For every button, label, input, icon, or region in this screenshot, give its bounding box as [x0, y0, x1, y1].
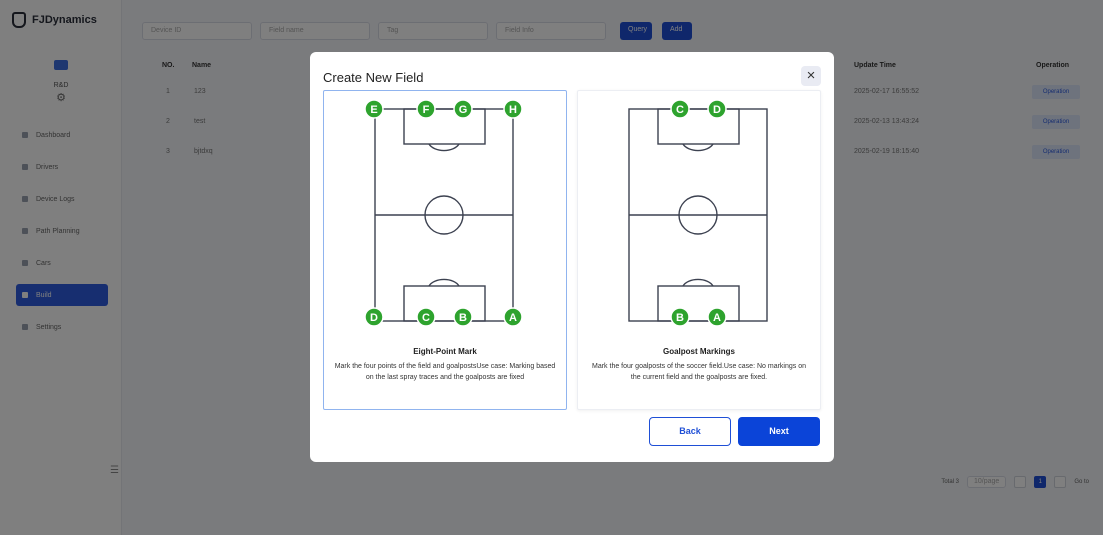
svg-text:E: E — [370, 104, 377, 116]
dialog-title: Create New Field — [323, 70, 424, 85]
marker-point-c: C — [670, 99, 690, 119]
marker-point-h: H — [503, 99, 523, 119]
back-button[interactable]: Back — [649, 417, 731, 446]
card-title: Goalpost Markings — [662, 347, 735, 356]
svg-text:C: C — [676, 104, 684, 116]
create-field-dialog: Create New Field × E F G H D C B A Eight-Point … — [310, 52, 834, 462]
marker-point-a: A — [707, 307, 727, 327]
field-diagram-goalpost: C D B A — [628, 99, 768, 327]
svg-text:B: B — [459, 312, 467, 324]
svg-text:D: D — [713, 104, 721, 116]
card-description: Mark the four points of the field and go… — [334, 363, 556, 381]
field-diagram-eight-point: E F G H D C B A — [364, 99, 523, 327]
marker-point-a: A — [503, 307, 523, 327]
marker-point-g: G — [453, 99, 473, 119]
svg-text:G: G — [459, 104, 468, 116]
card-description: Mark the four goalposts of the soccer fi… — [592, 363, 806, 381]
svg-text:F: F — [423, 104, 430, 116]
close-icon[interactable]: × — [801, 66, 821, 86]
svg-text:B: B — [676, 312, 684, 324]
eight-point-mark-card[interactable]: E F G H D C B A Eight-Point Mark Mark the four … — [323, 90, 567, 410]
marker-point-b: B — [670, 307, 690, 327]
marker-point-c: C — [416, 307, 436, 327]
marker-point-d: D — [364, 307, 384, 327]
goalpost-markings-card[interactable]: C D B A Goalpost Markings Mark the four goa… — [577, 90, 821, 410]
card-title: Eight-Point Mark — [413, 347, 477, 356]
svg-text:D: D — [370, 312, 378, 324]
marker-point-f: F — [416, 99, 436, 119]
svg-text:H: H — [509, 104, 517, 116]
svg-text:A: A — [509, 312, 517, 324]
marker-point-d: D — [707, 99, 727, 119]
marker-point-b: B — [453, 307, 473, 327]
marker-point-e: E — [364, 99, 384, 119]
svg-text:A: A — [713, 312, 721, 324]
svg-text:C: C — [422, 312, 430, 324]
next-button[interactable]: Next — [738, 417, 820, 446]
